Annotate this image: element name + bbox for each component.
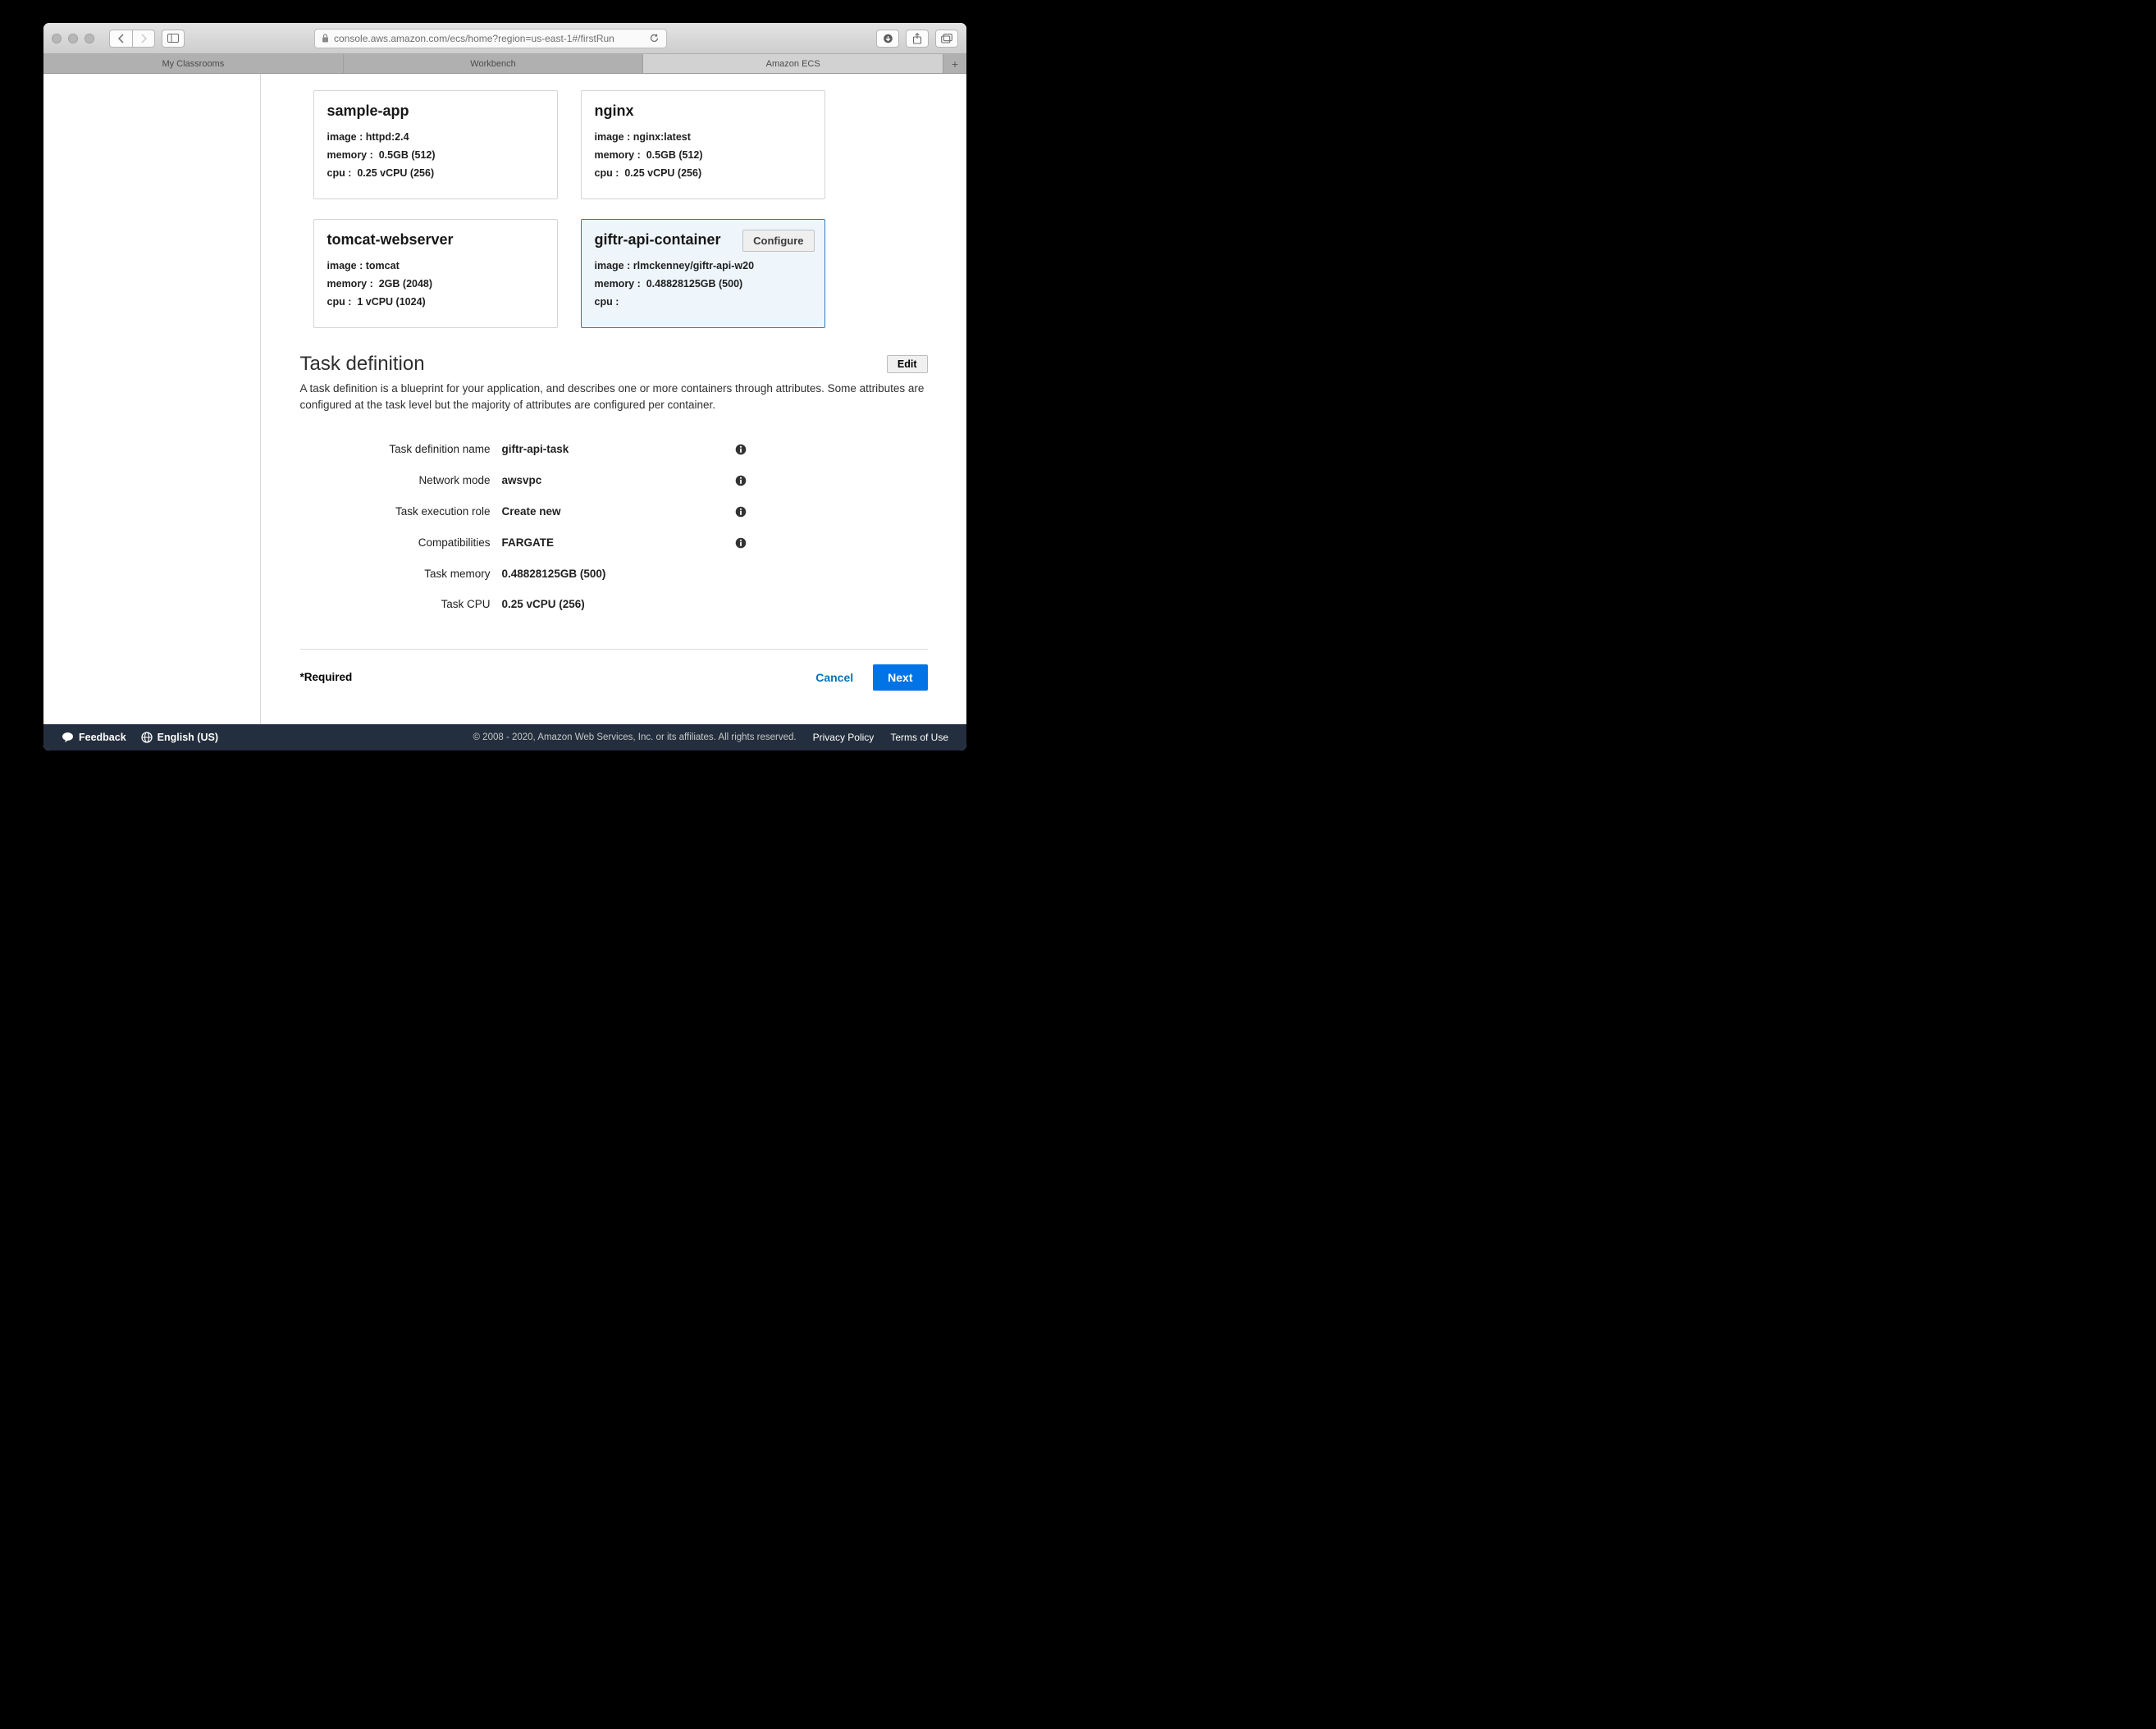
tab-amazon-ecs[interactable]: Amazon ECS xyxy=(643,54,943,73)
globe-icon xyxy=(141,732,153,743)
toolbar-right xyxy=(876,30,958,48)
tabs-button[interactable] xyxy=(935,30,958,48)
container-card-grid: sample-app image : httpd:2.4 memory : 0.… xyxy=(313,90,928,328)
card-title: sample-app xyxy=(327,103,544,120)
row-task-definition-name: Task definition name giftr-api-task xyxy=(300,434,928,465)
card-title: tomcat-webserver xyxy=(327,231,544,249)
next-button[interactable]: Next xyxy=(873,664,927,691)
divider xyxy=(300,649,928,650)
share-button[interactable] xyxy=(906,30,929,48)
lock-icon xyxy=(322,34,329,43)
speech-bubble-icon xyxy=(62,732,74,743)
forward-button[interactable] xyxy=(132,30,155,48)
cancel-button[interactable]: Cancel xyxy=(804,664,865,691)
window-controls xyxy=(52,34,94,43)
tab-workbench[interactable]: Workbench xyxy=(344,54,644,73)
task-definition-header: Task definition Edit xyxy=(300,353,928,376)
zoom-window-icon[interactable] xyxy=(85,34,94,43)
minimize-window-icon[interactable] xyxy=(68,34,78,43)
row-compatibilities: Compatibilities FARGATE xyxy=(300,527,928,559)
info-icon[interactable] xyxy=(734,505,747,518)
safari-window: console.aws.amazon.com/ecs/home?region=u… xyxy=(43,23,966,750)
feedback-link[interactable]: Feedback xyxy=(62,732,126,743)
downloads-button[interactable] xyxy=(876,30,899,48)
task-definition-rows: Task definition name giftr-api-task Netw… xyxy=(300,434,928,619)
edit-button[interactable]: Edit xyxy=(887,355,928,373)
back-button[interactable] xyxy=(109,30,132,48)
new-tab-button[interactable]: + xyxy=(943,54,966,73)
container-card-giftr-api[interactable]: Configure giftr-api-container image : rl… xyxy=(581,219,825,328)
address-url: console.aws.amazon.com/ecs/home?region=u… xyxy=(334,33,614,44)
container-card-tomcat[interactable]: tomcat-webserver image : tomcat memory :… xyxy=(313,219,558,328)
container-card-sample-app[interactable]: sample-app image : httpd:2.4 memory : 0.… xyxy=(313,90,558,199)
aws-footer: Feedback English (US) © 2008 - 2020, Ama… xyxy=(43,724,966,750)
task-definition-heading: Task definition xyxy=(300,353,425,376)
address-bar[interactable]: console.aws.amazon.com/ecs/home?region=u… xyxy=(314,29,667,48)
row-task-execution-role: Task execution role Create new xyxy=(300,496,928,527)
language-selector[interactable]: English (US) xyxy=(141,732,218,743)
row-network-mode: Network mode awsvpc xyxy=(300,465,928,496)
container-card-nginx[interactable]: nginx image : nginx:latest memory : 0.5G… xyxy=(581,90,825,199)
task-definition-description: A task definition is a blueprint for you… xyxy=(300,381,928,414)
action-row: *Required Cancel Next xyxy=(300,664,928,691)
info-icon[interactable] xyxy=(734,443,747,456)
browser-tabbar: My Classrooms Workbench Amazon ECS + xyxy=(43,54,966,74)
info-icon[interactable] xyxy=(734,474,747,487)
privacy-policy-link[interactable]: Privacy Policy xyxy=(813,732,875,743)
configure-button[interactable]: Configure xyxy=(742,230,814,252)
row-task-cpu: Task CPU 0.25 vCPU (256) xyxy=(300,589,928,619)
reload-icon[interactable] xyxy=(649,33,660,43)
sidebar-toggle-button[interactable] xyxy=(162,30,185,48)
info-icon[interactable] xyxy=(734,536,747,550)
close-window-icon[interactable] xyxy=(52,34,62,43)
page-body: sample-app image : httpd:2.4 memory : 0.… xyxy=(43,74,966,724)
nav-buttons xyxy=(109,30,155,48)
terms-of-use-link[interactable]: Terms of Use xyxy=(890,732,948,743)
browser-toolbar: console.aws.amazon.com/ecs/home?region=u… xyxy=(43,23,966,54)
main-content: sample-app image : httpd:2.4 memory : 0.… xyxy=(261,74,966,724)
copyright-text: © 2008 - 2020, Amazon Web Services, Inc.… xyxy=(473,732,797,742)
card-title: nginx xyxy=(595,103,811,120)
tab-my-classrooms[interactable]: My Classrooms xyxy=(43,54,344,73)
row-task-memory: Task memory 0.48828125GB (500) xyxy=(300,559,928,589)
required-label: *Required xyxy=(300,671,353,683)
left-sidebar xyxy=(43,74,261,724)
